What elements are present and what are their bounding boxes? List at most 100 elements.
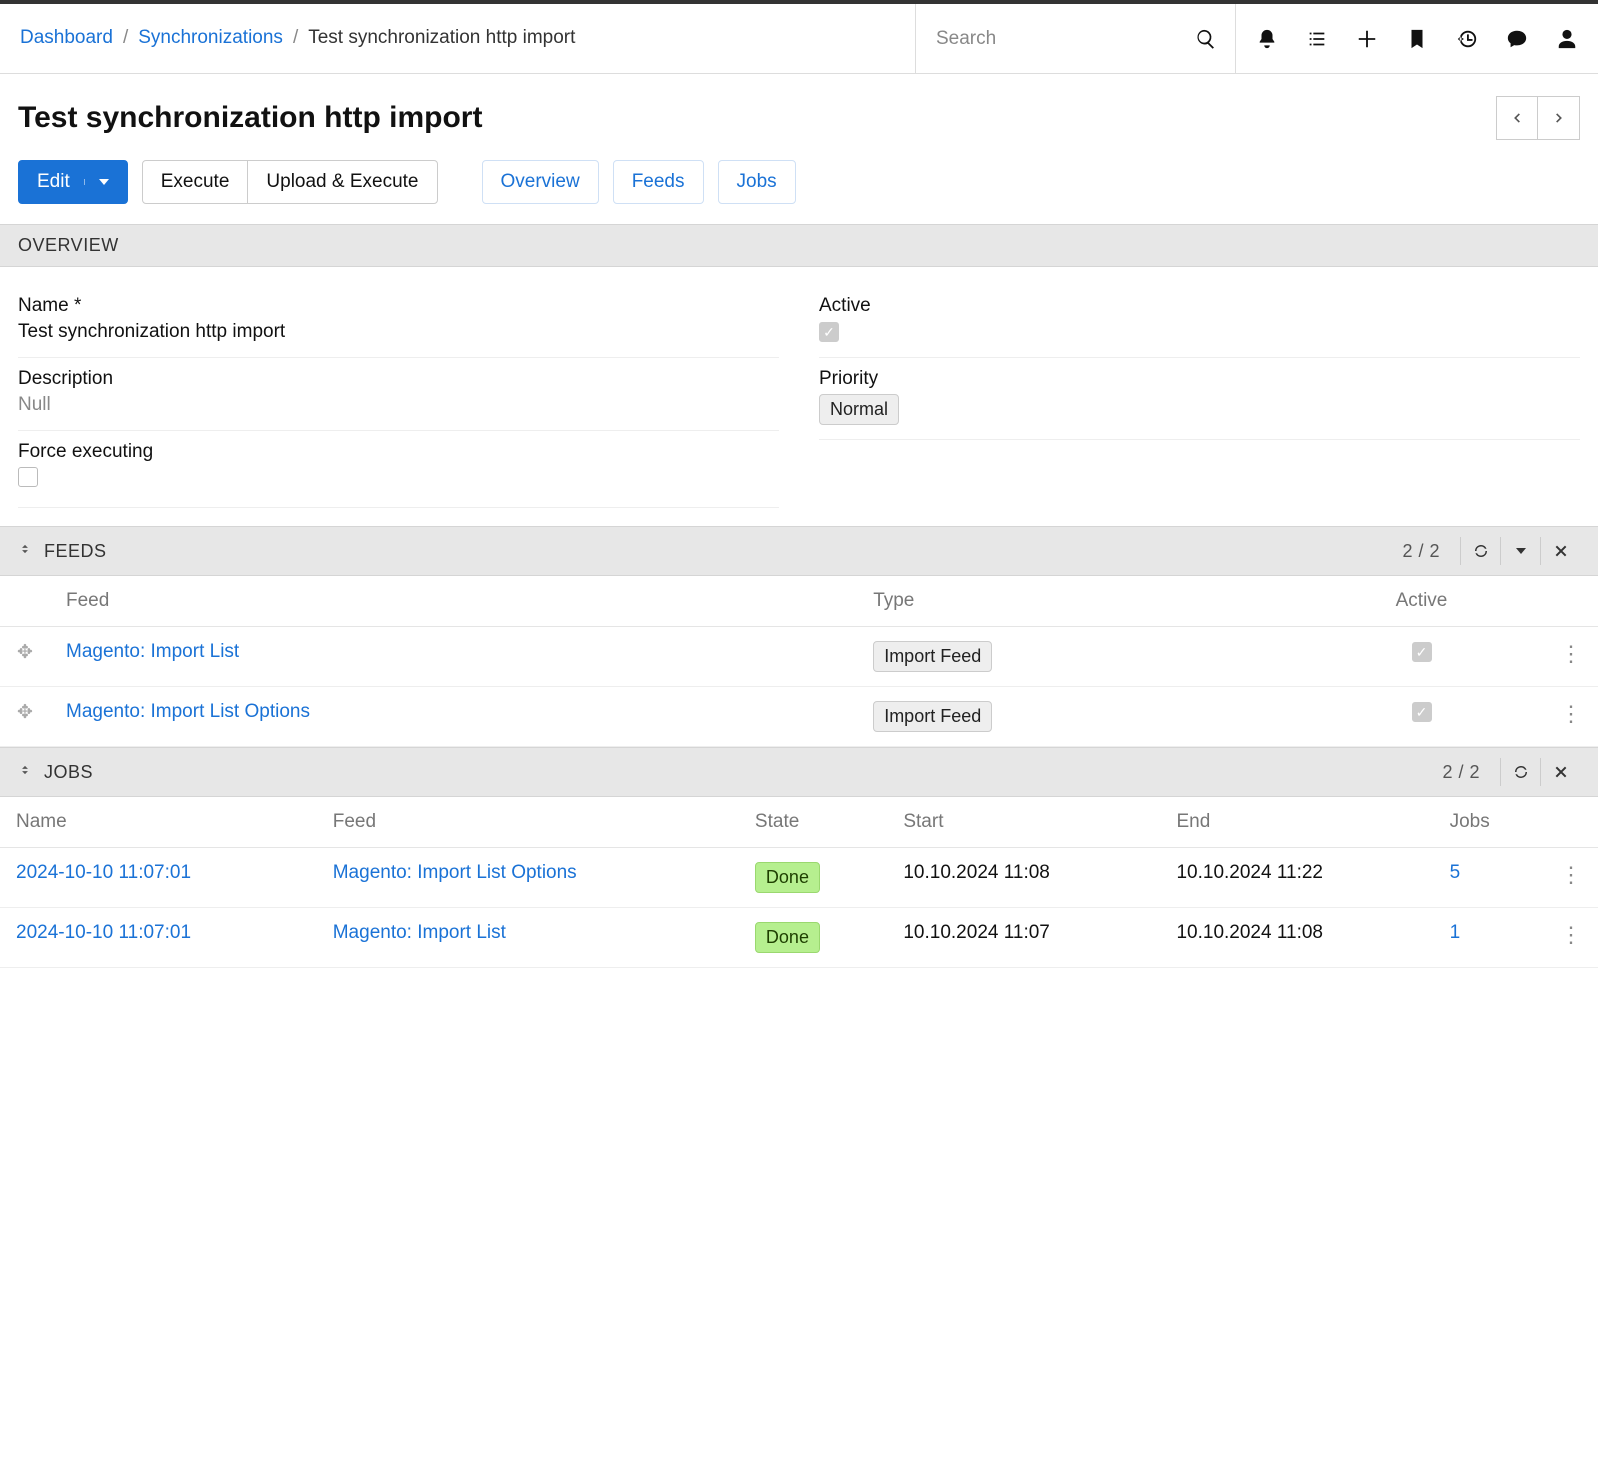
bookmark-icon[interactable] [1406, 28, 1428, 50]
bell-icon[interactable] [1256, 28, 1278, 50]
row-actions-icon[interactable]: ⋮ [1544, 687, 1598, 747]
upload-execute-button[interactable]: Upload & Execute [247, 160, 437, 204]
search-wrap [916, 4, 1236, 73]
feed-type-badge: Import Feed [873, 641, 992, 672]
execute-group: Execute Upload & Execute [142, 160, 438, 204]
sort-icon[interactable] [18, 540, 32, 563]
field-priority-label: Priority [819, 368, 1580, 390]
list-icon[interactable] [1306, 28, 1328, 50]
job-count-link[interactable]: 5 [1450, 862, 1461, 883]
search-icon[interactable] [1195, 28, 1217, 50]
search-input[interactable] [934, 27, 1185, 51]
feed-link[interactable]: Magento: Import List Options [66, 701, 310, 722]
feeds-heading: FEEDS [44, 541, 1402, 562]
field-active-label: Active [819, 295, 1580, 317]
table-row: 2024-10-10 11:07:01 Magento: Import List… [0, 848, 1598, 908]
breadcrumb-sep: / [293, 25, 298, 52]
field-force-label: Force executing [18, 441, 779, 463]
job-end: 10.10.2024 11:08 [1160, 908, 1433, 968]
jobs-col-state: State [739, 797, 887, 848]
title-row: Test synchronization http import [0, 74, 1598, 152]
job-feed-link[interactable]: Magento: Import List [333, 922, 506, 943]
drag-handle-icon[interactable]: ✥ [0, 627, 50, 687]
active-checkbox[interactable] [819, 322, 839, 342]
job-name-link[interactable]: 2024-10-10 11:07:01 [16, 862, 191, 883]
feeds-panel-header: FEEDS 2 / 2 [0, 526, 1598, 576]
jobs-table: Name Feed State Start End Jobs 2024-10-1… [0, 797, 1598, 968]
jobs-col-jobs: Jobs [1434, 797, 1544, 848]
user-icon[interactable] [1556, 28, 1578, 50]
field-description-value: Null [18, 394, 779, 416]
feeds-col-feed: Feed [50, 576, 857, 627]
field-active: Active [819, 285, 1580, 358]
refresh-icon[interactable] [1460, 537, 1500, 565]
overview-heading: OVERVIEW [18, 235, 1580, 256]
feed-active-checkbox[interactable] [1412, 642, 1432, 662]
feeds-table: Feed Type Active ✥ Magento: Import List … [0, 576, 1598, 747]
job-start: 10.10.2024 11:07 [887, 908, 1160, 968]
breadcrumb-item-current: Test synchronization http import [308, 25, 575, 52]
field-force-executing: Force executing [18, 431, 779, 508]
state-badge: Done [755, 922, 820, 953]
feeds-count: 2 / 2 [1402, 541, 1440, 562]
field-priority: Priority Normal [819, 358, 1580, 440]
drag-handle-icon[interactable]: ✥ [0, 687, 50, 747]
field-name-value: Test synchronization http import [18, 321, 779, 343]
prev-record-button[interactable] [1496, 96, 1538, 140]
jobs-col-end: End [1160, 797, 1433, 848]
action-bar: Edit Execute Upload & Execute Overview F… [0, 152, 1598, 224]
overview-panel-header: OVERVIEW [0, 224, 1598, 267]
row-actions-icon[interactable]: ⋮ [1544, 627, 1598, 687]
row-actions-icon[interactable]: ⋮ [1544, 848, 1598, 908]
jobs-col-feed: Feed [317, 797, 739, 848]
execute-button[interactable]: Execute [142, 160, 249, 204]
feeds-col-active: Active [1299, 576, 1544, 627]
feed-active-checkbox[interactable] [1412, 702, 1432, 722]
jobs-panel-header: JOBS 2 / 2 [0, 747, 1598, 797]
tab-jobs[interactable]: Jobs [718, 160, 796, 204]
refresh-icon[interactable] [1500, 758, 1540, 786]
jobs-col-name: Name [0, 797, 317, 848]
job-feed-link[interactable]: Magento: Import List Options [333, 862, 577, 883]
page-title: Test synchronization http import [18, 101, 1496, 135]
field-description: Description Null [18, 358, 779, 431]
history-icon[interactable] [1456, 28, 1478, 50]
topbar: Dashboard / Synchronizations / Test sync… [0, 4, 1598, 74]
sort-icon[interactable] [18, 761, 32, 784]
caret-down-icon[interactable] [1500, 537, 1540, 565]
breadcrumb-item-synchronizations[interactable]: Synchronizations [138, 25, 283, 52]
table-row: ✥ Magento: Import List Options Import Fe… [0, 687, 1598, 747]
tab-feeds[interactable]: Feeds [613, 160, 704, 204]
feed-type-badge: Import Feed [873, 701, 992, 732]
breadcrumb-sep: / [123, 25, 128, 52]
close-icon[interactable] [1540, 758, 1580, 786]
force-executing-checkbox[interactable] [18, 467, 38, 487]
job-end: 10.10.2024 11:22 [1160, 848, 1433, 908]
breadcrumb: Dashboard / Synchronizations / Test sync… [0, 4, 916, 73]
close-icon[interactable] [1540, 537, 1580, 565]
tab-overview[interactable]: Overview [482, 160, 599, 204]
job-name-link[interactable]: 2024-10-10 11:07:01 [16, 922, 191, 943]
breadcrumb-item-dashboard[interactable]: Dashboard [20, 25, 113, 52]
edit-dropdown-toggle[interactable] [84, 179, 109, 185]
edit-button-label: Edit [37, 171, 70, 193]
jobs-count: 2 / 2 [1442, 762, 1480, 783]
feed-link[interactable]: Magento: Import List [66, 641, 239, 662]
table-row: ✥ Magento: Import List Import Feed ⋮ [0, 627, 1598, 687]
overview-body: Name * Test synchronization http import … [0, 267, 1598, 526]
feeds-col-type: Type [857, 576, 1299, 627]
priority-badge: Normal [819, 394, 899, 425]
record-nav [1496, 96, 1580, 140]
chat-icon[interactable] [1506, 28, 1528, 50]
row-actions-icon[interactable]: ⋮ [1544, 908, 1598, 968]
edit-button[interactable]: Edit [18, 160, 128, 204]
next-record-button[interactable] [1538, 96, 1580, 140]
plus-icon[interactable] [1356, 28, 1378, 50]
field-name-label: Name * [18, 295, 779, 317]
jobs-col-start: Start [887, 797, 1160, 848]
caret-down-icon [99, 179, 109, 185]
job-count-link[interactable]: 1 [1450, 922, 1461, 943]
state-badge: Done [755, 862, 820, 893]
field-name: Name * Test synchronization http import [18, 285, 779, 358]
topbar-icons [1236, 4, 1598, 73]
